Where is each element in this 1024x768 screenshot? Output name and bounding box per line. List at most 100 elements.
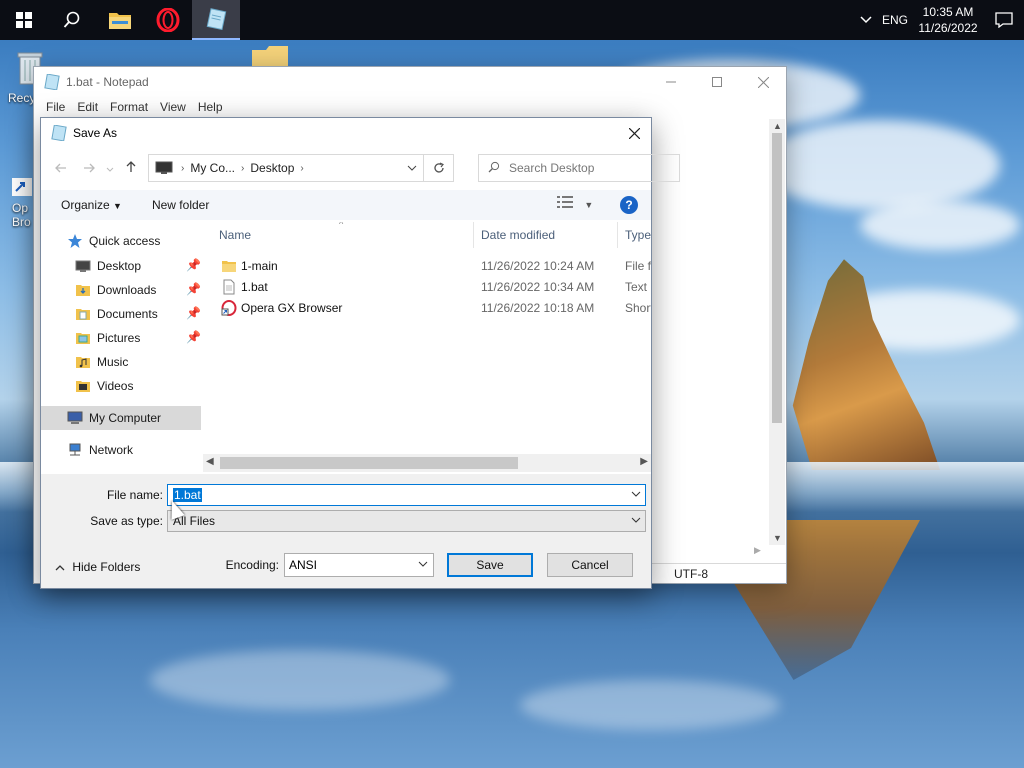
hide-folders-button[interactable]: Hide Folders (55, 560, 140, 574)
start-button[interactable] (0, 0, 48, 40)
notepad-taskbar-button[interactable] (192, 0, 240, 40)
filename-input[interactable]: 1.bat (167, 484, 646, 506)
scroll-left-arrow-icon[interactable]: ◀ (206, 456, 214, 467)
column-date-modified[interactable]: Date modified (481, 228, 555, 242)
input-language-indicator[interactable]: ENG (878, 13, 912, 27)
file-list-horizontal-scrollbar[interactable]: ◀ ▶ (203, 454, 651, 472)
pin-icon: 📌 (186, 306, 201, 320)
nav-label: Pictures (97, 331, 141, 345)
help-icon[interactable]: ? (620, 196, 638, 214)
column-type[interactable]: Type (625, 228, 651, 242)
pin-icon: 📌 (186, 258, 201, 272)
nav-downloads[interactable]: Downloads 📌 (41, 278, 201, 302)
encoding-value: ANSI (289, 558, 318, 572)
desktop-icon (75, 260, 91, 272)
file-explorer-taskbar-button[interactable] (96, 0, 144, 40)
taskbar-clock[interactable]: 10:35 AM 11/26/2022 (912, 4, 984, 36)
maximize-button[interactable] (694, 67, 740, 97)
up-button[interactable] (117, 160, 145, 176)
minimize-button[interactable] (648, 67, 694, 97)
chevron-down-icon (631, 515, 641, 526)
up-arrow-icon (126, 161, 136, 172)
file-type: Short (625, 301, 651, 315)
videos-folder-icon (76, 381, 90, 392)
nav-label: Network (89, 443, 134, 457)
clock-time: 10:35 AM (922, 5, 974, 19)
computer-icon (155, 161, 173, 174)
file-name: 1-main (241, 259, 278, 273)
file-date: 11/26/2022 10:18 AM (481, 301, 595, 315)
menu-edit[interactable]: Edit (71, 100, 104, 114)
nav-network[interactable]: Network (41, 438, 201, 462)
close-icon (628, 127, 640, 139)
scroll-up-arrow-icon[interactable]: ▲ (773, 121, 782, 131)
nav-my-computer[interactable]: My Computer (41, 406, 201, 430)
close-button[interactable] (740, 67, 786, 97)
back-button[interactable] (47, 160, 75, 176)
scrollbar-thumb[interactable] (772, 133, 782, 423)
pictures-folder-icon (76, 333, 90, 344)
file-row[interactable]: Opera GX Browser 11/26/2022 10:18 AM Sho… (211, 298, 651, 319)
dialog-titlebar[interactable]: Save As (41, 118, 651, 148)
chevron-down-icon[interactable] (631, 489, 641, 500)
recent-locations-button[interactable] (103, 160, 117, 176)
action-center-button[interactable] (984, 12, 1024, 28)
scrollbar-thumb[interactable] (220, 457, 518, 469)
encoding-select[interactable]: ANSI (284, 553, 434, 577)
clock-date: 11/26/2022 (918, 21, 978, 35)
nav-pictures[interactable]: Pictures 📌 (41, 326, 201, 350)
pin-icon: 📌 (186, 330, 201, 344)
menu-help[interactable]: Help (192, 100, 229, 114)
address-bar[interactable]: › My Co... › Desktop › (148, 154, 424, 182)
search-box[interactable]: Search Desktop (478, 154, 680, 182)
scroll-right-arrow-icon[interactable]: ▶ (640, 456, 648, 467)
tray-overflow-chevron-icon[interactable] (854, 13, 878, 27)
cancel-button[interactable]: Cancel (547, 553, 633, 577)
filename-label: File name: (106, 488, 163, 502)
file-row[interactable]: 1-main 11/26/2022 10:24 AM File fo (211, 256, 651, 277)
caret-down-icon: ▼ (113, 201, 122, 211)
opera-desktop-icon[interactable]: Op Bro (12, 178, 32, 229)
chevron-down-icon (407, 165, 417, 171)
forward-button[interactable] (75, 160, 103, 176)
text-file-icon (223, 279, 235, 295)
refresh-button[interactable] (424, 154, 454, 182)
nav-label: Desktop (97, 259, 142, 273)
breadcrumb-my-computer[interactable]: My Co... (190, 161, 235, 175)
dialog-toolbar: Organize ▼ New folder ▼ ? (41, 190, 651, 220)
notepad-titlebar[interactable]: 1.bat - Notepad (34, 67, 786, 97)
dialog-close-button[interactable] (617, 118, 651, 148)
search-button[interactable] (48, 0, 96, 40)
opera-taskbar-button[interactable] (144, 0, 192, 40)
organize-button[interactable]: Organize ▼ (41, 198, 132, 212)
column-headers: ^ Name Date modified Type (211, 222, 651, 248)
breadcrumb-desktop[interactable]: Desktop (250, 161, 294, 175)
nav-quick-access[interactable]: Quick access (41, 228, 201, 254)
caret-down-icon: ▼ (584, 200, 594, 210)
scroll-down-arrow-icon[interactable]: ▼ (773, 533, 782, 543)
menu-file[interactable]: File (40, 100, 71, 114)
column-name[interactable]: Name (219, 228, 251, 242)
downloads-folder-icon (76, 285, 90, 296)
menu-format[interactable]: Format (104, 100, 154, 114)
menu-view[interactable]: View (154, 100, 192, 114)
chevron-up-icon (55, 565, 65, 571)
details-view-icon (557, 196, 573, 208)
maximize-icon (712, 77, 722, 87)
nav-music[interactable]: Music (41, 350, 201, 374)
savetype-select[interactable]: All Files (167, 510, 646, 532)
new-folder-button[interactable]: New folder (132, 198, 219, 212)
notepad-vertical-scrollbar[interactable]: ▲ ▼ (769, 119, 785, 545)
nav-desktop[interactable]: Desktop 📌 (41, 254, 201, 278)
save-button[interactable]: Save (447, 553, 533, 577)
chevron-right-icon: › (241, 162, 245, 174)
change-view-button[interactable]: ▼ (557, 196, 593, 211)
documents-folder-icon (76, 309, 90, 320)
file-row[interactable]: 1.bat 11/26/2022 10:34 AM Text D (211, 277, 651, 298)
address-dropdown-button[interactable] (401, 155, 423, 181)
nav-videos[interactable]: Videos (41, 374, 201, 398)
sort-ascending-icon: ^ (339, 222, 344, 229)
scroll-right-arrow-icon[interactable]: ▶ (754, 545, 761, 556)
nav-documents[interactable]: Documents 📌 (41, 302, 201, 326)
file-list: ^ Name Date modified Type 1-main 11/26/2… (211, 222, 651, 458)
